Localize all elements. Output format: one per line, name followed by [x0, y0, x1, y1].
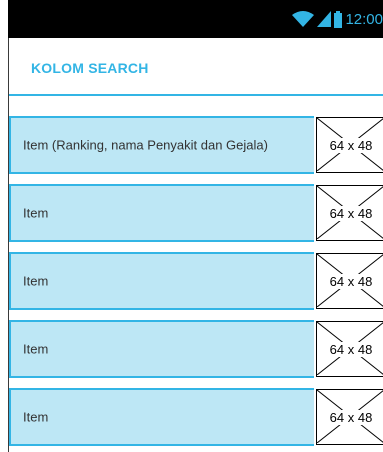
list-item-cell[interactable]: Item [9, 388, 314, 446]
list-item-label: Item [23, 341, 49, 357]
list-item-label: Item (Ranking, nama Penyakit dan Gejala) [23, 137, 268, 153]
list-item-cell[interactable]: Item [9, 320, 314, 378]
image-placeholder: 64 x 48 [316, 321, 383, 377]
page-title: KOLOM SEARCH [31, 60, 149, 76]
image-placeholder: 64 x 48 [316, 389, 383, 445]
list-item-label: Item [23, 409, 49, 425]
list-item[interactable]: Item 64 x 48 [9, 388, 383, 446]
list-item-label: Item [23, 205, 49, 221]
signal-icon [317, 11, 332, 27]
image-placeholder-label: 64 x 48 [328, 205, 374, 221]
wifi-icon [292, 11, 315, 27]
status-icons [292, 10, 343, 28]
action-bar: KOLOM SEARCH [9, 38, 383, 96]
battery-icon [334, 10, 343, 28]
list-item-cell[interactable]: Item [9, 252, 314, 310]
image-placeholder: 64 x 48 [316, 117, 383, 173]
image-placeholder-label: 64 x 48 [328, 341, 374, 357]
status-bar: 12:00 [8, 0, 383, 38]
list-item[interactable]: Item 64 x 48 [9, 320, 383, 378]
list-item-cell[interactable]: Item (Ranking, nama Penyakit dan Gejala) [9, 116, 314, 174]
status-time: 12:00 [345, 10, 383, 28]
image-placeholder-label: 64 x 48 [328, 409, 374, 425]
image-placeholder-label: 64 x 48 [328, 137, 374, 153]
list-item[interactable]: Item 64 x 48 [9, 252, 383, 310]
image-placeholder-label: 64 x 48 [328, 273, 374, 289]
list-item-cell[interactable]: Item [9, 184, 314, 242]
image-placeholder: 64 x 48 [316, 185, 383, 241]
list-item[interactable]: Item 64 x 48 [9, 184, 383, 242]
list-item-label: Item [23, 273, 49, 289]
list-item[interactable]: Item (Ranking, nama Penyakit dan Gejala)… [9, 116, 383, 174]
image-placeholder: 64 x 48 [316, 253, 383, 309]
